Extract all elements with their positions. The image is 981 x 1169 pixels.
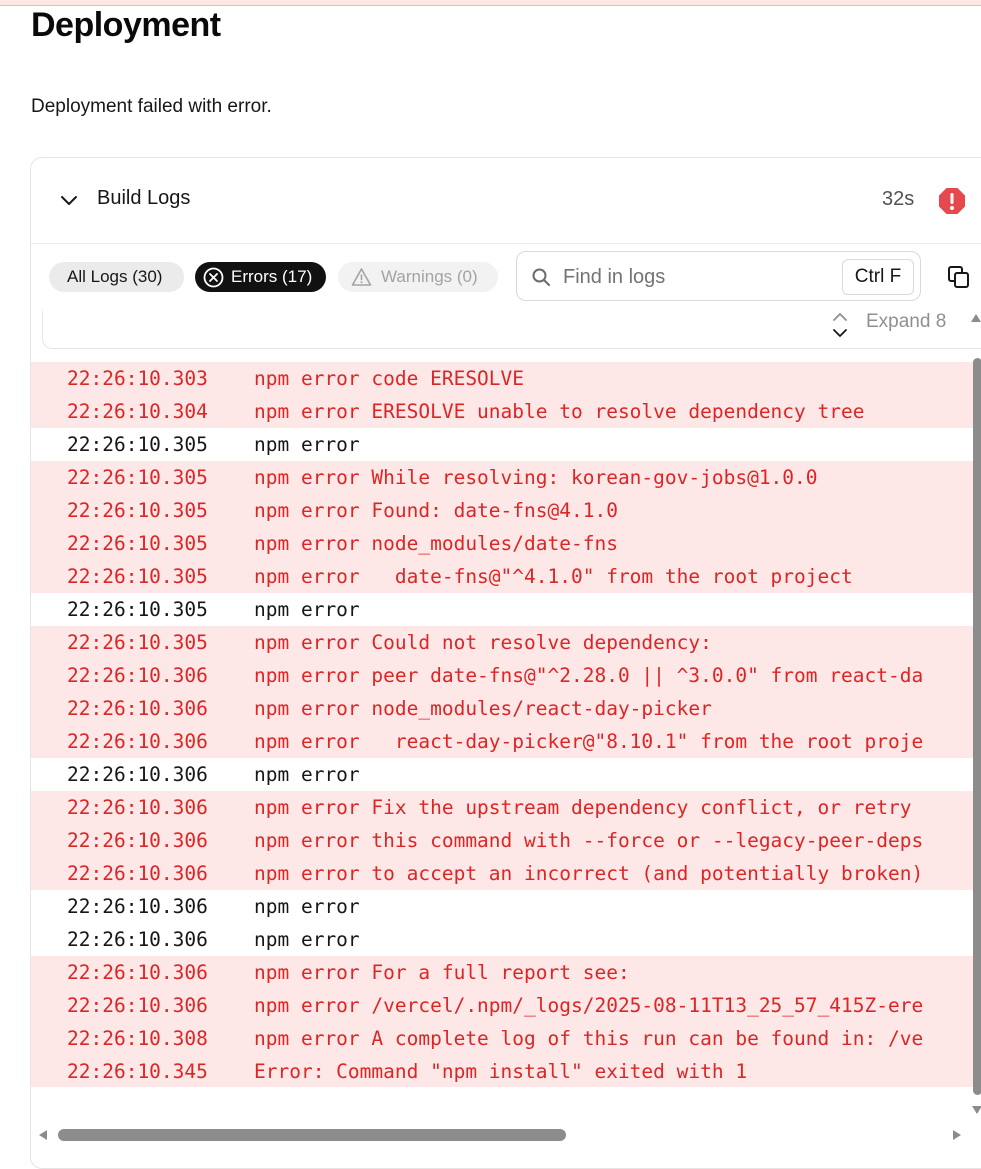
log-message: npm error Found: date-fns@4.1.0: [254, 499, 618, 522]
log-message: npm error code ERESOLVE: [254, 367, 525, 390]
log-row: 22:26:10.305 npm error Found: date-fns@4.…: [31, 494, 973, 527]
log-timestamp: 22:26:10.306: [67, 895, 208, 918]
log-message: npm error /vercel/.npm/_logs/2025-08-11T…: [254, 994, 924, 1017]
expand-vertical-icon: [833, 313, 847, 337]
scroll-right-arrow-icon[interactable]: [951, 1129, 963, 1141]
deployment-status-text: Deployment failed with error.: [31, 96, 272, 117]
log-timestamp: 22:26:10.306: [67, 697, 208, 720]
log-timestamp: 22:26:10.304: [67, 400, 208, 423]
log-row: 22:26:10.345 Error: Command "npm install"…: [31, 1055, 973, 1087]
log-search-box: Ctrl F: [516, 251, 921, 301]
log-timestamp: 22:26:10.305: [67, 499, 208, 522]
log-row: 22:26:10.306 npm error this command with …: [31, 824, 973, 857]
exclamation-circle-icon: [939, 188, 965, 214]
log-message: npm error Could not resolve dependency:: [254, 631, 712, 654]
expand-label: Expand 8: [866, 311, 947, 332]
log-row: 22:26:10.308 npm error A complete log of …: [31, 1022, 973, 1055]
copy-icon[interactable]: [946, 264, 972, 290]
log-message: npm error: [254, 433, 360, 456]
log-message: npm error: [254, 928, 360, 951]
search-shortcut-hint: Ctrl F: [842, 259, 914, 295]
vertical-scrollbar-thumb[interactable]: [973, 358, 981, 1095]
log-row: 22:26:10.306 npm error peer date-fns@"^2.…: [31, 659, 973, 692]
logs-toolbar: All Logs (30) Errors (17) Warnings (0) F…: [31, 243, 981, 311]
build-logs-panel: Build Logs 32s All Logs (30) Errors (17): [30, 157, 981, 1169]
horizontal-scrollbar-thumb[interactable]: [58, 1129, 566, 1141]
scroll-up-arrow-icon[interactable]: [970, 312, 981, 324]
filter-errors-label: Errors (17): [231, 267, 313, 286]
log-row: 22:26:10.306 npm error: [31, 890, 973, 923]
log-timestamp: 22:26:10.305: [67, 565, 208, 588]
filter-warnings-label: Warnings (0): [381, 267, 478, 286]
log-row: 22:26:10.306 npm error to accept an incor…: [31, 857, 973, 890]
log-row: 22:26:10.306 npm error node_modules/react…: [31, 692, 973, 725]
log-message: npm error node_modules/date-fns: [254, 532, 618, 555]
log-message: npm error A complete log of this run can…: [254, 1027, 924, 1050]
warning-triangle-icon: [351, 268, 372, 286]
log-row: 22:26:10.305 npm error date-fns@"^4.1.0" …: [31, 560, 973, 593]
filter-warnings[interactable]: Warnings (0): [338, 262, 498, 292]
log-row: 22:26:10.306 npm error: [31, 923, 973, 956]
log-row: 22:26:10.303 npm error code ERESOLVE: [31, 362, 973, 395]
build-logs-title: Build Logs: [97, 187, 191, 209]
log-row: 22:26:10.306 npm error For a full report …: [31, 956, 973, 989]
log-message: npm error: [254, 598, 360, 621]
log-row: 22:26:10.305 npm error Could not resolve …: [31, 626, 973, 659]
log-message: npm error Fix the upstream dependency co…: [254, 796, 912, 819]
log-message: npm error: [254, 763, 360, 786]
log-message: npm error to accept an incorrect (and po…: [254, 862, 924, 885]
log-timestamp: 22:26:10.305: [67, 466, 208, 489]
log-message: npm error While resolving: korean-gov-jo…: [254, 466, 818, 489]
log-message: npm error react-day-picker@"8.10.1" from…: [254, 730, 924, 753]
log-message: Error: Command "npm install" exited with…: [254, 1060, 748, 1083]
chevron-down-icon[interactable]: [59, 190, 79, 210]
log-row: 22:26:10.304 npm error ERESOLVE unable to…: [31, 395, 973, 428]
filter-all-logs[interactable]: All Logs (30): [49, 262, 184, 292]
log-timestamp: 22:26:10.306: [67, 829, 208, 852]
build-duration: 32s: [882, 188, 915, 210]
log-message: npm error For a full report see:: [254, 961, 630, 984]
x-circle-icon: [203, 267, 224, 288]
build-logs-header[interactable]: Build Logs 32s: [31, 158, 981, 244]
log-row: 22:26:10.305 npm error node_modules/date-…: [31, 527, 973, 560]
log-timestamp: 22:26:10.305: [67, 433, 208, 456]
log-row: 22:26:10.306 npm error Fix the upstream d…: [31, 791, 973, 824]
scroll-left-arrow-icon[interactable]: [37, 1129, 49, 1141]
log-timestamp: 22:26:10.345: [67, 1060, 208, 1083]
filter-all-label: All Logs (30): [67, 267, 163, 286]
log-timestamp: 22:26:10.306: [67, 664, 208, 687]
log-message: npm error: [254, 895, 360, 918]
log-row: 22:26:10.306 npm error /vercel/.npm/_logs…: [31, 989, 973, 1022]
expand-hidden-logs-bar[interactable]: Expand 8: [42, 311, 981, 349]
log-search-input[interactable]: [563, 262, 833, 292]
log-row: 22:26:10.305 npm error While resolving: k…: [31, 461, 973, 494]
log-row: 22:26:10.306 npm error: [31, 758, 973, 791]
log-timestamp: 22:26:10.303: [67, 367, 208, 390]
log-message: npm error date-fns@"^4.1.0" from the roo…: [254, 565, 853, 588]
log-message: npm error node_modules/react-day-picker: [254, 697, 712, 720]
log-timestamp: 22:26:10.306: [67, 730, 208, 753]
log-timestamp: 22:26:10.306: [67, 994, 208, 1017]
log-timestamp: 22:26:10.306: [67, 928, 208, 951]
log-timestamp: 22:26:10.305: [67, 532, 208, 555]
log-row: 22:26:10.306 npm error react-day-picker@"…: [31, 725, 973, 758]
log-message: npm error peer date-fns@"^2.28.0 || ^3.0…: [254, 664, 924, 687]
log-message: npm error ERESOLVE unable to resolve dep…: [254, 400, 865, 423]
log-row: 22:26:10.305 npm error: [31, 428, 973, 461]
page-title: Deployment: [31, 6, 221, 44]
log-timestamp: 22:26:10.308: [67, 1027, 208, 1050]
search-icon: [532, 268, 550, 286]
log-timestamp: 22:26:10.306: [67, 961, 208, 984]
log-timestamp: 22:26:10.306: [67, 862, 208, 885]
log-message: npm error this command with --force or -…: [254, 829, 924, 852]
log-row: 22:26:10.305 npm error: [31, 593, 973, 626]
log-timestamp: 22:26:10.305: [67, 631, 208, 654]
scroll-down-arrow-icon[interactable]: [971, 1104, 981, 1116]
log-timestamp: 22:26:10.306: [67, 796, 208, 819]
log-list: 22:26:10.303 npm error code ERESOLVE 22:26…: [31, 362, 973, 1087]
log-timestamp: 22:26:10.305: [67, 598, 208, 621]
filter-errors[interactable]: Errors (17): [195, 262, 326, 292]
log-timestamp: 22:26:10.306: [67, 763, 208, 786]
